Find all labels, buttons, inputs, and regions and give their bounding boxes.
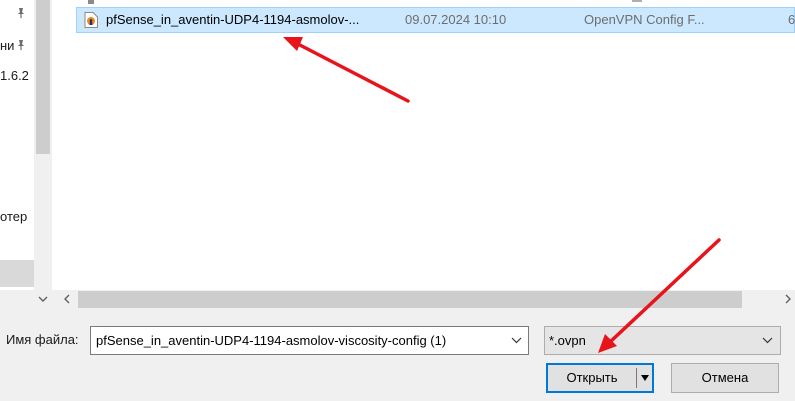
nav-item-label-3[interactable]: отер — [0, 209, 27, 224]
file-size: 6 — [788, 12, 795, 27]
file-name: pfSense_in_aventin-UDP4-1194-asmolov-... — [106, 12, 360, 27]
open-split-button[interactable]: Открыть — [546, 363, 654, 393]
navigation-pane: ни 1.6.2 отер — [0, 0, 34, 290]
file-row-selected[interactable]: pfSense_in_aventin-UDP4-1194-asmolov-...… — [76, 7, 795, 33]
caret-down-icon[interactable] — [640, 374, 650, 382]
filename-input[interactable] — [92, 328, 510, 353]
scroll-right-icon[interactable] — [781, 292, 795, 306]
nav-item-label-2[interactable]: 1.6.2 — [0, 68, 29, 83]
cancel-button[interactable]: Отмена — [671, 363, 779, 393]
chevron-down-icon[interactable] — [511, 336, 522, 345]
openvpn-config-file-icon — [84, 12, 98, 28]
open-button[interactable]: Открыть — [548, 365, 636, 391]
partial-row-above — [88, 0, 642, 4]
pin-icon — [18, 40, 24, 50]
filename-label: Имя файла: — [6, 332, 79, 347]
file-type-filter-dropdown[interactable]: *.ovpn — [544, 326, 781, 355]
split-divider — [636, 368, 637, 388]
chevron-down-icon[interactable] — [762, 336, 773, 345]
file-type-filter-value: *.ovpn — [549, 333, 586, 348]
cancel-button-label: Отмена — [701, 370, 749, 385]
scroll-down-icon[interactable] — [34, 290, 52, 308]
scroll-left-icon[interactable] — [60, 292, 74, 306]
file-type: OpenVPN Config F... — [584, 12, 705, 27]
nav-selected-item[interactable] — [0, 260, 34, 287]
nav-item-label-1[interactable]: ни — [0, 38, 14, 53]
filename-combobox[interactable] — [90, 326, 529, 355]
nav-scrollbar-thumb[interactable] — [36, 0, 50, 154]
file-list — [52, 0, 795, 290]
pin-icon — [18, 8, 24, 18]
file-date: 09.07.2024 10:10 — [405, 12, 507, 27]
horizontal-scrollbar-thumb[interactable] — [78, 291, 742, 308]
